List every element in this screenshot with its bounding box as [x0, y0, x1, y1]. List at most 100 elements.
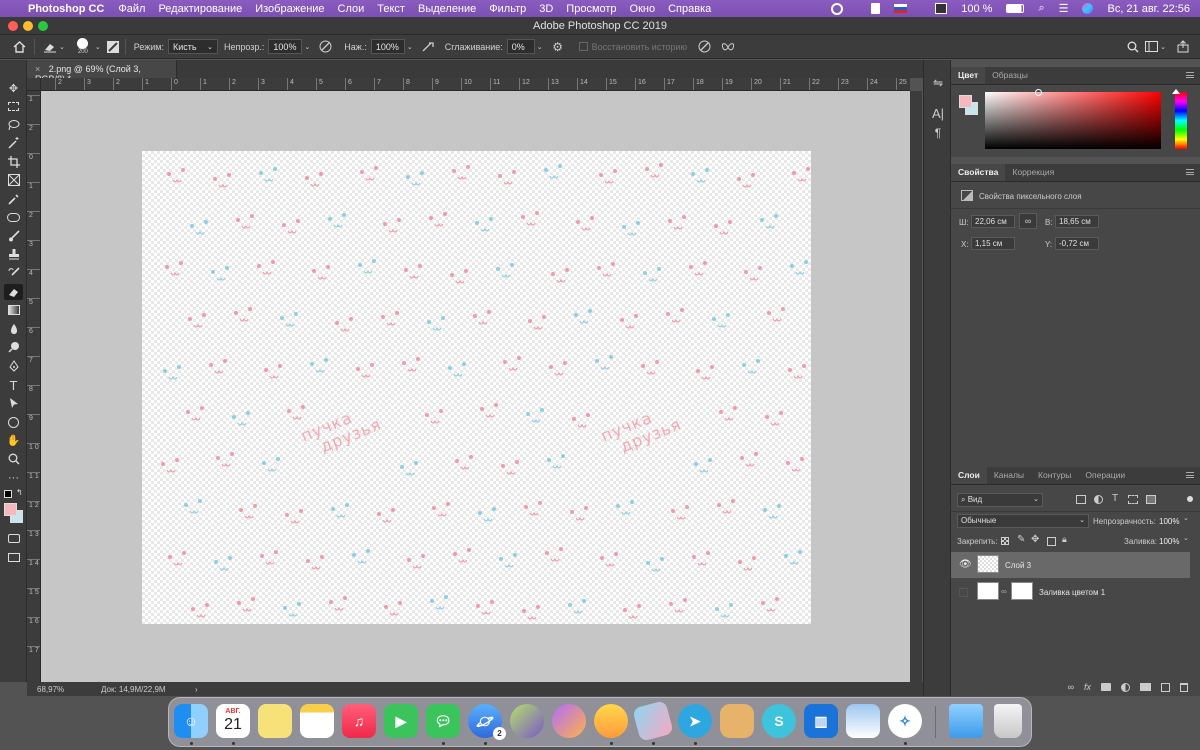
blur-tool-icon[interactable] — [4, 321, 23, 337]
trello-app-icon[interactable]: ▥ — [804, 704, 838, 738]
preview-app-icon[interactable] — [846, 704, 880, 738]
link-dimensions-icon[interactable]: ∞ — [1019, 213, 1037, 229]
calendar-app-icon[interactable]: АВГ. 21 — [216, 704, 250, 738]
menu-3d[interactable]: 3D — [539, 3, 553, 15]
screen-icon[interactable] — [935, 3, 948, 14]
tab-channels[interactable]: Каналы — [987, 467, 1031, 484]
trash-icon[interactable] — [994, 704, 1022, 738]
brush-settings-icon[interactable] — [106, 40, 119, 53]
chevron-down-icon[interactable]: ⌄ — [1183, 534, 1189, 542]
eye-icon[interactable]: 👁︎ — [959, 559, 972, 570]
folder-stack-icon[interactable] — [949, 704, 983, 738]
ellipse-tool-icon[interactable] — [4, 414, 23, 430]
home-icon[interactable] — [10, 38, 28, 56]
panel-foreground-swatch[interactable] — [959, 95, 972, 108]
character-panel-icon[interactable]: A| — [930, 106, 946, 122]
pressure-opacity-icon[interactable] — [316, 38, 334, 56]
hand-tool-icon[interactable]: ✋ — [4, 432, 23, 448]
search-icon[interactable] — [1124, 38, 1142, 56]
menu-select[interactable]: Выделение — [418, 3, 476, 15]
s-app-icon[interactable]: S — [762, 704, 796, 738]
mode-select[interactable]: Кисть ⌄ — [168, 39, 218, 54]
layer-opacity-value[interactable]: 100% — [1159, 517, 1179, 526]
finder-app-icon[interactable]: ☺ — [174, 704, 208, 738]
chevron-down-icon[interactable]: ⌄ — [407, 43, 413, 51]
frame-tool-icon[interactable] — [4, 172, 23, 188]
stickies-app-icon[interactable] — [258, 704, 292, 738]
lock-all-icon[interactable]: 🔒︎ — [1062, 534, 1067, 545]
smoothing-field[interactable]: 0% — [506, 39, 535, 54]
y-field[interactable]: -0,72 см — [1055, 237, 1099, 250]
menu-file[interactable]: Файл — [118, 3, 145, 15]
quick-mask-icon[interactable] — [4, 530, 23, 546]
lasso-tool-icon[interactable] — [4, 117, 23, 133]
pressure-size-icon[interactable] — [695, 38, 713, 56]
character-app-icon[interactable] — [594, 704, 628, 738]
search-icon[interactable]: ⌕ — [1038, 2, 1044, 15]
menu-type[interactable]: Текст — [377, 3, 405, 15]
status-chevron-icon[interactable]: › — [195, 685, 198, 694]
symmetry-butterfly-icon[interactable] — [719, 38, 737, 56]
menu-window[interactable]: Окно — [630, 3, 656, 15]
filter-type-icon[interactable]: T — [1112, 493, 1118, 504]
canvas-workspace[interactable]: пучка друзья пучка друзья — [41, 91, 910, 682]
more-tools-icon[interactable]: ··· — [4, 470, 23, 486]
chevron-down-icon[interactable]: ⌄ — [304, 43, 310, 51]
messages-app-icon[interactable]: 💬︎ — [426, 704, 460, 738]
filter-adjustment-icon[interactable] — [1094, 495, 1103, 504]
eraser-tool-icon[interactable] — [4, 284, 23, 300]
document-tab[interactable]: × 2.png @ 69% (Слой 3, RGB/8) * — [27, 60, 177, 84]
music-app-icon[interactable]: ♫ — [342, 704, 376, 738]
blend-mode-select[interactable]: Обычные ⌄ — [957, 514, 1089, 528]
chevron-down-icon[interactable]: ⌄ — [537, 43, 543, 51]
clipboard-icon[interactable] — [871, 3, 881, 14]
tab-paths[interactable]: Контуры — [1031, 467, 1078, 484]
gradient-tool-icon[interactable] — [4, 302, 23, 318]
astro-app-icon[interactable]: 🪐︎ 2 — [468, 704, 506, 740]
filter-shape-icon[interactable] — [1128, 495, 1138, 504]
layer-row[interactable]: 👁︎ Слой 3 — [951, 552, 1190, 578]
close-tab-icon[interactable]: × — [35, 64, 40, 74]
dodge-tool-icon[interactable] — [4, 339, 23, 355]
app-menu[interactable]: Photoshop CC — [28, 3, 104, 15]
document-canvas[interactable]: пучка друзья пучка друзья — [142, 151, 811, 624]
menu-help[interactable]: Справка — [668, 3, 711, 15]
tab-layers[interactable]: Слои — [951, 467, 987, 484]
pen-tool-icon[interactable] — [4, 358, 23, 374]
telegram-app-icon[interactable]: ➤ — [678, 704, 712, 738]
tab-color[interactable]: Цвет — [951, 67, 986, 84]
clock[interactable]: Вс, 21 авг. 22:56 — [1107, 3, 1190, 15]
opacity-field[interactable]: 100% — [268, 39, 303, 54]
battery-icon[interactable] — [1006, 4, 1025, 13]
height-field[interactable]: 18,65 см — [1055, 215, 1099, 228]
swap-colors-icon[interactable]: ↰ — [16, 488, 23, 497]
chevron-down-icon[interactable]: ⌄ — [1183, 514, 1189, 522]
history-brush-tool-icon[interactable] — [4, 265, 23, 281]
new-layer-icon[interactable] — [1161, 682, 1170, 692]
layer-row[interactable]: ∞ Заливка цветом 1 — [951, 579, 1190, 605]
panel-menu-icon[interactable] — [1186, 72, 1194, 78]
chevron-down-icon[interactable]: ⌄ — [1160, 43, 1166, 51]
history-panel-icon[interactable]: ⇋ — [930, 76, 946, 92]
width-field[interactable]: 22,06 см — [971, 215, 1015, 228]
tab-swatches[interactable]: Образцы — [985, 67, 1035, 84]
magic-wand-tool-icon[interactable] — [4, 135, 23, 151]
tab-properties[interactable]: Свойства — [951, 164, 1006, 181]
foreground-color-swatch[interactable] — [4, 503, 17, 516]
zoom-level[interactable]: 68,97% — [37, 685, 64, 694]
eraser-preset-icon[interactable] — [41, 38, 59, 56]
menu-layers[interactable]: Слои — [338, 3, 365, 15]
share-icon[interactable] — [1174, 38, 1192, 56]
airbrush-icon[interactable] — [419, 38, 437, 56]
chevron-down-icon[interactable]: ⌄ — [59, 43, 65, 51]
panel-menu-icon[interactable] — [1186, 472, 1194, 478]
creature-app-icon[interactable] — [510, 704, 544, 738]
horizontal-ruler[interactable]: 2 3 2 1 0 1 2 3 4 5 6 7 8 9 10 11 12 13 14 15 16 17 18 19 20 21 22… — [41, 78, 910, 91]
filter-pixel-icon[interactable] — [1076, 495, 1086, 504]
safari-app-icon[interactable]: ✧ — [888, 704, 922, 738]
control-center-icon[interactable]: ☰ — [1059, 2, 1069, 15]
hue-slider[interactable] — [1172, 89, 1187, 149]
layer-filter-select[interactable]: ⌕ Вид ⌄ — [957, 493, 1043, 507]
tab-adjustments[interactable]: Коррекция — [1005, 164, 1061, 181]
add-mask-icon[interactable] — [1101, 683, 1111, 691]
